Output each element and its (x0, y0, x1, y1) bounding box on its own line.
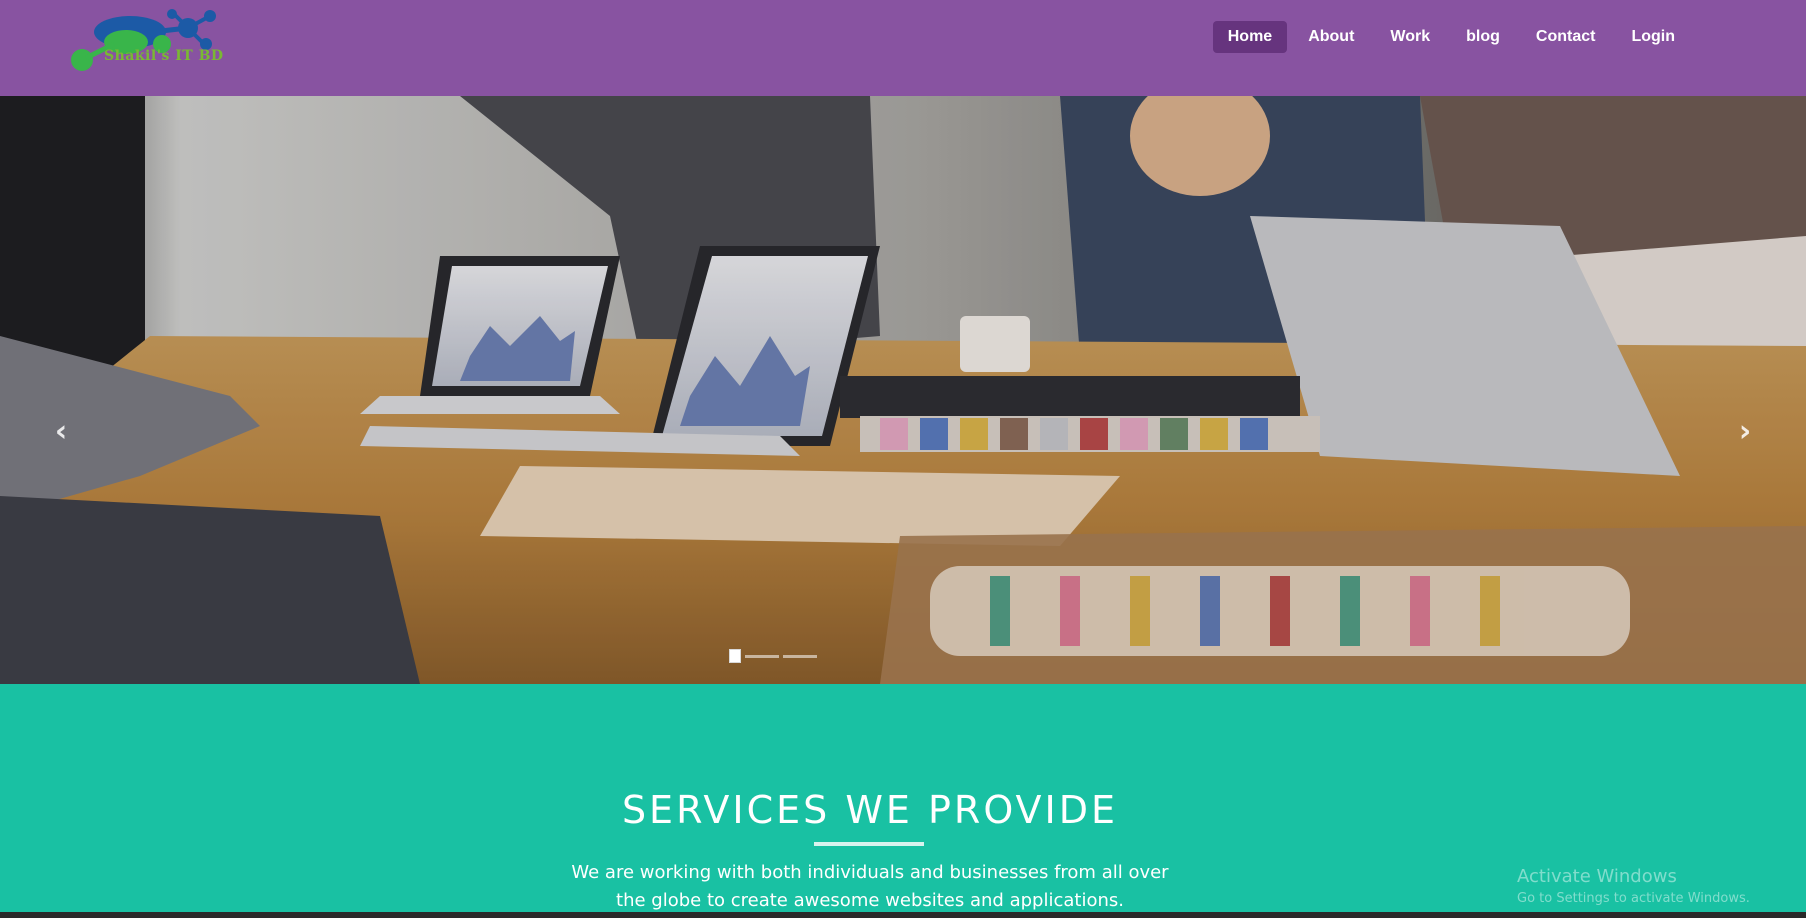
carousel-indicator-1[interactable] (729, 649, 741, 663)
chevron-left-icon: ‹ (54, 413, 68, 449)
carousel-indicator-2[interactable] (745, 654, 779, 658)
watermark-line-1: Activate Windows (1517, 866, 1677, 887)
hero-image (0, 96, 1806, 684)
nav-blog[interactable]: blog (1451, 21, 1515, 53)
bottom-bar (0, 912, 1806, 918)
site-header: Shakil's IT BD Home About Work blog Cont… (0, 0, 1806, 96)
logo-text: Shakil's IT BD (104, 48, 224, 64)
carousel-next-button[interactable]: › (1730, 413, 1760, 449)
nav-home[interactable]: Home (1212, 21, 1288, 53)
brand-logo[interactable]: Shakil's IT BD (66, 8, 246, 72)
services-description: We are working with both individuals and… (571, 862, 1169, 911)
carousel-indicator-3[interactable] (783, 654, 817, 658)
hero-carousel: ‹ › (0, 96, 1806, 684)
nav-work[interactable]: Work (1375, 21, 1445, 53)
carousel-prev-button[interactable]: ‹ (46, 413, 76, 449)
services-title: SERVICES WE PROVIDE (621, 788, 1119, 832)
windows-activation-watermark: Activate Windows Go to Settings to activ… (1517, 866, 1750, 906)
carousel-indicators (729, 649, 817, 663)
nav-about[interactable]: About (1293, 21, 1369, 53)
title-underline (814, 842, 924, 846)
main-nav: Home About Work blog Contact Login (1212, 21, 1690, 53)
chevron-right-icon: › (1738, 413, 1752, 449)
nav-contact[interactable]: Contact (1521, 21, 1611, 53)
nav-login[interactable]: Login (1616, 21, 1690, 53)
watermark-line-2: Go to Settings to activate Windows. (1517, 891, 1750, 906)
